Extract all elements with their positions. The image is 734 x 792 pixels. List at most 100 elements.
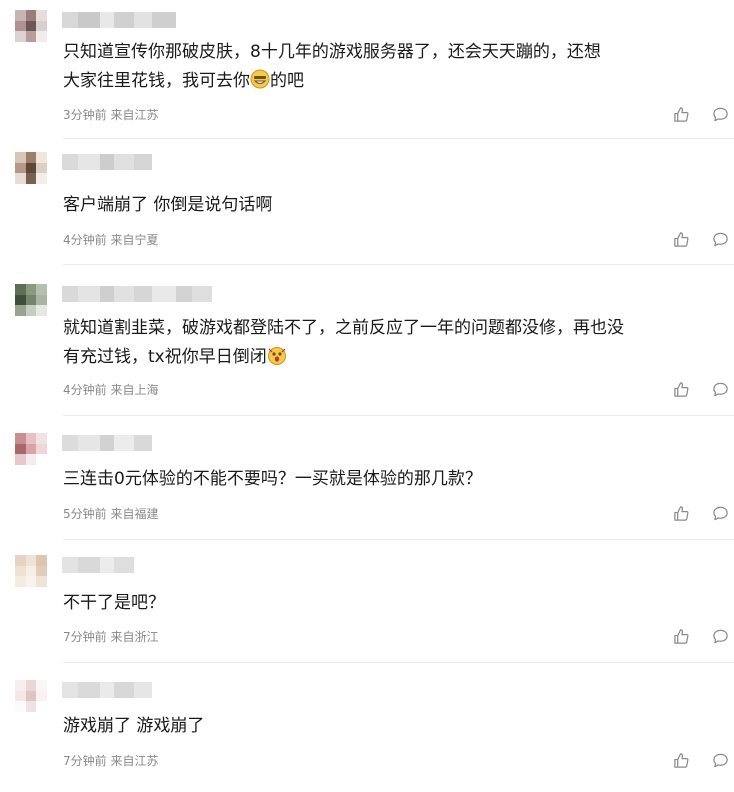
divider xyxy=(63,264,734,265)
username-pixel xyxy=(100,12,114,28)
avatar-pixel xyxy=(36,680,47,691)
reply-icon[interactable] xyxy=(712,628,729,645)
avatar-pixel xyxy=(36,690,47,702)
avatar-pixel xyxy=(15,565,26,577)
username-pixel xyxy=(134,286,152,302)
comment-text: 客户端崩了 你倒是说句话啊 xyxy=(63,195,273,215)
avatar-pixel xyxy=(36,284,47,295)
comment-meta: 7分钟前 来自江苏 xyxy=(63,754,159,768)
username-pixel xyxy=(78,12,100,28)
divider xyxy=(63,539,734,540)
comment-text: 只知道宣传你那破皮肤，8十几年的游戏服务器了，还会天天蹦的，还想 大家往里花钱，… xyxy=(63,42,601,91)
username-pixel xyxy=(100,557,114,573)
avatar-pixel xyxy=(36,152,47,163)
comment-meta: 5分钟前 来自福建 xyxy=(63,507,159,521)
username-pixel xyxy=(78,682,100,698)
like-icon[interactable] xyxy=(673,752,690,769)
divider xyxy=(63,415,734,416)
reply-icon[interactable] xyxy=(712,752,729,769)
username[interactable] xyxy=(62,286,212,302)
username-pixel xyxy=(114,435,134,451)
username-pixel xyxy=(134,154,152,170)
comment-meta: 4分钟前 来自宁夏 xyxy=(63,233,159,247)
avatar-pixel xyxy=(36,555,47,566)
username-pixel xyxy=(62,12,78,28)
avatar-pixel xyxy=(25,701,37,712)
username-pixel xyxy=(78,557,100,573)
reply-icon[interactable] xyxy=(712,231,729,248)
username[interactable] xyxy=(62,557,134,573)
avatar-pixel xyxy=(36,433,47,444)
avatar-pixel xyxy=(25,555,37,566)
username[interactable] xyxy=(62,682,152,698)
avatar[interactable] xyxy=(15,152,47,184)
reply-icon[interactable] xyxy=(712,505,729,522)
username-pixel xyxy=(62,154,78,170)
comment-text: 就知道割韭菜，破游戏都登陆不了，之前反应了一年的问题都没修，再也没 有充过钱，t… xyxy=(63,318,624,367)
avatar-pixel xyxy=(25,20,37,32)
avatar-pixel xyxy=(25,576,37,587)
divider xyxy=(63,662,734,663)
comment-text: 三连击0元体验的不能不要吗？一买就是体验的那几款？ xyxy=(63,469,482,489)
comment-actions xyxy=(673,106,729,123)
comment-actions xyxy=(673,505,729,522)
grinning-face-emoji-icon xyxy=(250,69,270,89)
username-pixel xyxy=(134,682,152,698)
username-pixel xyxy=(100,286,114,302)
shocked-face-emoji-icon xyxy=(267,347,286,365)
comment-text: 游戏崩了 游戏崩了 xyxy=(63,716,205,736)
username-pixel xyxy=(100,682,114,698)
username[interactable] xyxy=(62,435,152,451)
username[interactable] xyxy=(62,154,152,170)
username-pixel xyxy=(152,286,176,302)
avatar-pixel xyxy=(15,433,26,444)
avatar-pixel xyxy=(15,20,26,32)
comment-meta: 7分钟前 来自浙江 xyxy=(63,630,159,644)
avatar-pixel xyxy=(15,576,26,587)
like-icon[interactable] xyxy=(673,106,690,123)
avatar-pixel xyxy=(25,10,37,21)
username-pixel xyxy=(78,286,100,302)
avatar-pixel xyxy=(25,443,37,455)
username-pixel xyxy=(114,154,134,170)
username-pixel xyxy=(62,682,78,698)
avatar-pixel xyxy=(36,20,47,32)
avatar-pixel xyxy=(25,680,37,691)
like-icon[interactable] xyxy=(673,231,690,248)
avatar-pixel xyxy=(36,10,47,21)
username-pixel xyxy=(100,154,114,170)
avatar-pixel xyxy=(25,294,37,306)
avatar-pixel xyxy=(36,565,47,577)
avatar-pixel xyxy=(36,294,47,306)
comment-actions xyxy=(673,628,729,645)
like-icon[interactable] xyxy=(673,505,690,522)
avatar-pixel xyxy=(25,305,37,316)
avatar-pixel xyxy=(15,173,26,184)
avatar-pixel xyxy=(15,690,26,702)
avatar-pixel xyxy=(25,162,37,174)
username-pixel xyxy=(114,682,134,698)
avatar-pixel xyxy=(15,294,26,306)
avatar-pixel xyxy=(15,701,26,712)
username[interactable] xyxy=(62,12,176,28)
username-pixel xyxy=(62,286,78,302)
username-pixel xyxy=(114,286,134,302)
like-icon[interactable] xyxy=(673,628,690,645)
comment-text: 不干了是吧？ xyxy=(63,593,165,613)
username-pixel xyxy=(192,286,212,302)
avatar[interactable] xyxy=(15,10,47,42)
like-icon[interactable] xyxy=(673,381,690,398)
reply-icon[interactable] xyxy=(712,106,729,123)
avatar-pixel xyxy=(25,565,37,577)
username-pixel xyxy=(114,12,134,28)
avatar-pixel xyxy=(36,305,47,316)
username-pixel xyxy=(62,557,78,573)
avatar[interactable] xyxy=(15,284,47,316)
comment-actions xyxy=(673,381,729,398)
avatar[interactable] xyxy=(15,555,47,587)
avatar[interactable] xyxy=(15,433,47,465)
avatar[interactable] xyxy=(15,680,47,712)
username-pixel xyxy=(176,286,192,302)
avatar-pixel xyxy=(25,31,37,42)
reply-icon[interactable] xyxy=(712,381,729,398)
